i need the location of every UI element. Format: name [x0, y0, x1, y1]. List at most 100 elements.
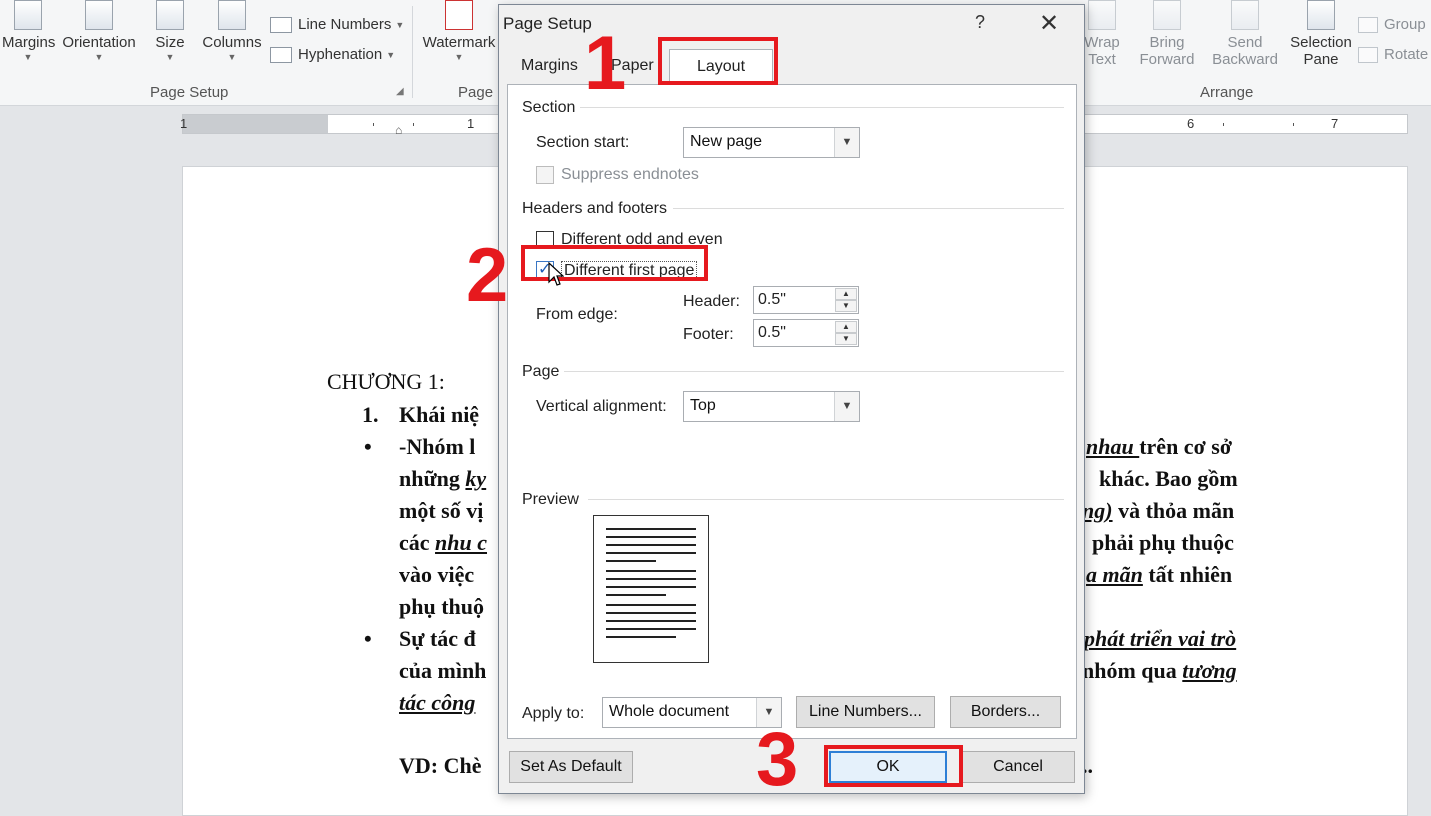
group-label: Group: [1384, 16, 1426, 33]
paragraph-text: a mãn tất nhiên: [1086, 562, 1232, 588]
chevron-down-icon: ▼: [386, 49, 396, 60]
spin-up-icon[interactable]: ▲: [835, 321, 857, 333]
paragraph-text: một số vị: [399, 498, 484, 523]
preview-line: [606, 636, 676, 638]
paragraph-text: vào việc: [399, 562, 475, 587]
margins-button[interactable]: Margins ▼: [2, 0, 55, 63]
paragraph-text: tất nhiên: [1142, 562, 1233, 587]
page-setup-group-label: Page Setup: [150, 84, 229, 101]
vertical-alignment-value: Top: [690, 397, 716, 414]
wrap-text-button[interactable]: Wrap Text: [1080, 0, 1124, 68]
page-background-group-label: Page: [458, 84, 494, 101]
hyphenation-label: Hyphenation: [298, 46, 383, 63]
selection-pane-label-1: Selection: [1290, 34, 1352, 51]
divider: [580, 107, 1064, 108]
columns-label: Columns: [202, 34, 262, 51]
line-numbers-icon: [270, 16, 292, 33]
wrap-text-label-1: Wrap: [1084, 34, 1120, 51]
step-3-number: 3: [756, 717, 799, 802]
paragraph-text: những ky: [399, 466, 486, 492]
suppress-endnotes-label: Suppress endnotes: [561, 166, 699, 183]
line-numbers-button[interactable]: Line Numbers ▼: [270, 16, 404, 33]
vertical-alignment-select[interactable]: Top ▼: [683, 391, 860, 422]
ruler-number: 1: [467, 116, 475, 131]
footer-distance-stepper[interactable]: 0.5" ▲ ▼: [753, 319, 859, 347]
cancel-button[interactable]: Cancel: [961, 751, 1075, 783]
paragraph-text: tương: [1182, 658, 1237, 683]
paragraph-text: a mãn: [1086, 562, 1143, 587]
selection-pane-button[interactable]: Selection Pane: [1286, 0, 1356, 68]
section-start-select[interactable]: New page ▼: [683, 127, 860, 158]
orientation-button[interactable]: Orientation ▼: [60, 0, 138, 63]
send-backward-icon: [1231, 0, 1259, 30]
ruler-tick: [413, 123, 414, 126]
group-button[interactable]: Group: [1358, 16, 1426, 33]
arrange-group-label: Arrange: [1200, 84, 1254, 101]
section-heading: Section: [522, 99, 576, 116]
step-2-number: 2: [466, 233, 509, 318]
dialog-launcher-icon[interactable]: ◢: [396, 86, 404, 97]
wrap-text-label-2: Text: [1088, 51, 1116, 68]
footer-label: Footer:: [683, 326, 734, 343]
header-distance-stepper[interactable]: 0.5" ▲ ▼: [753, 286, 859, 314]
paragraph-text: nhau trên cơ sở: [1086, 434, 1232, 460]
tab-margins[interactable]: Margins: [511, 53, 588, 83]
preview-line: [606, 570, 696, 572]
preview-line: [606, 544, 696, 546]
bring-forward-icon: [1153, 0, 1181, 30]
bring-forward-label-1: Bring: [1149, 34, 1185, 51]
suppress-endnotes-checkbox[interactable]: [536, 166, 554, 184]
paragraph-text: tác công: [399, 690, 476, 715]
paragraph-text: nhóm qua: [1082, 658, 1183, 683]
columns-button[interactable]: Columns ▼: [200, 0, 264, 63]
paragraph-text: các nhu c: [399, 530, 487, 556]
step-3-highlight: [824, 745, 963, 787]
step-1-highlight: [658, 37, 778, 85]
paragraph-text: nhu c: [435, 530, 488, 555]
apply-to-select[interactable]: Whole document ▼: [602, 697, 782, 728]
size-icon: [156, 0, 184, 30]
bullet: •: [364, 434, 372, 459]
chevron-down-icon[interactable]: ▼: [834, 392, 859, 421]
header-label: Header:: [683, 293, 740, 310]
preview-line: [606, 536, 696, 538]
paragraph-text: Sự tác đ: [399, 626, 476, 651]
size-button[interactable]: Size ▼: [150, 0, 190, 63]
set-as-default-button[interactable]: Set As Default: [509, 751, 633, 783]
preview-line: [606, 628, 696, 630]
bring-forward-button[interactable]: Bring Forward: [1130, 0, 1204, 68]
close-icon[interactable]: ✕: [1039, 9, 1059, 38]
help-icon[interactable]: ?: [975, 12, 985, 33]
hyphenation-icon: [270, 46, 292, 63]
spin-down-icon[interactable]: ▼: [835, 300, 857, 312]
line-numbers-dialog-button[interactable]: Line Numbers...: [796, 696, 935, 728]
list-item-text: Khái niệ: [399, 402, 480, 427]
watermark-label: Watermark: [422, 34, 496, 51]
apply-to-label: Apply to:: [522, 705, 585, 722]
paragraph-text: những: [399, 466, 466, 491]
chevron-down-icon[interactable]: ▼: [834, 128, 859, 157]
group-icon: [1358, 16, 1378, 33]
from-edge-label: From edge:: [536, 306, 618, 323]
page-setup-dialog: Page Setup ? ✕ Margins Paper Layout Sect…: [498, 4, 1085, 794]
line-numbers-label: Line Numbers: [298, 16, 392, 33]
chevron-down-icon: ▼: [165, 52, 175, 62]
page-heading: Page: [522, 363, 560, 380]
preview-line: [606, 552, 696, 554]
rotate-button[interactable]: Rotate: [1358, 46, 1428, 63]
section-start-value: New page: [690, 133, 763, 150]
paragraph-text: phụ thuộ: [399, 594, 485, 619]
indent-marker-icon[interactable]: ⌂: [395, 123, 402, 137]
send-backward-button[interactable]: Send Backward: [1206, 0, 1284, 68]
preview-line: [606, 578, 696, 580]
spin-down-icon[interactable]: ▼: [835, 333, 857, 345]
borders-button[interactable]: Borders...: [950, 696, 1061, 728]
divider: [564, 371, 1064, 372]
header-distance-value: 0.5": [758, 291, 786, 308]
mouse-pointer-icon: [548, 262, 564, 286]
hyphenation-button[interactable]: Hyphenation ▼: [270, 46, 395, 63]
group-separator: [412, 6, 413, 98]
spin-up-icon[interactable]: ▲: [835, 288, 857, 300]
watermark-button[interactable]: Watermark ▼: [418, 0, 500, 63]
ruler-tick: [1223, 123, 1224, 126]
